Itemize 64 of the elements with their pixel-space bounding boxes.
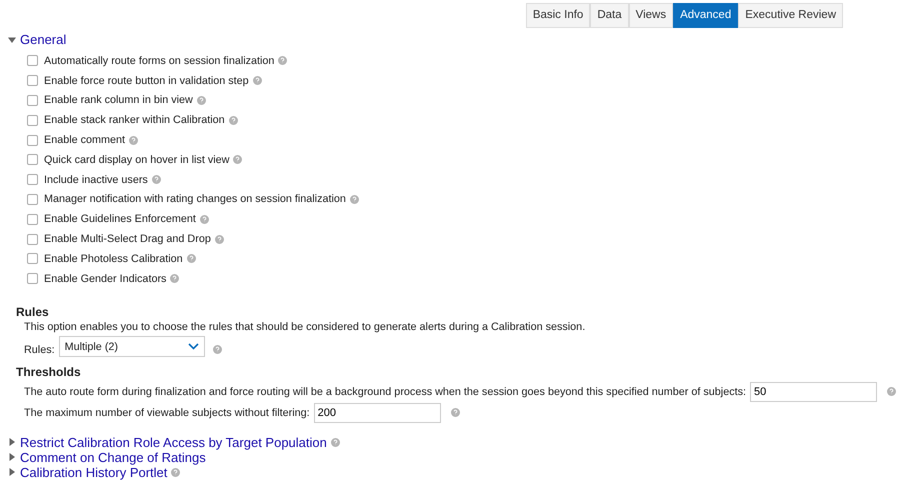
tab[interactable]: Executive Review xyxy=(738,3,843,28)
description-text: This option enables you to choose the rules that should be considered to generate alerts during a Calibration session. xyxy=(23,320,586,334)
expand-triangle-icon[interactable] xyxy=(8,453,16,462)
help-icon[interactable] xyxy=(170,274,180,284)
option-label: Enable Photoless Calibration xyxy=(44,252,183,266)
section-link[interactable]: General xyxy=(20,32,66,47)
help-icon[interactable] xyxy=(330,438,340,447)
section-heading: Rules xyxy=(16,304,50,320)
option-label: Enable stack ranker within Calibration xyxy=(44,113,225,128)
chevron-down-icon xyxy=(188,343,199,350)
checkbox[interactable] xyxy=(27,75,38,86)
checkbox[interactable] xyxy=(27,114,38,126)
tab[interactable]: Views xyxy=(628,3,674,28)
number-input[interactable]: 200 xyxy=(314,402,441,423)
help-icon[interactable] xyxy=(129,136,138,145)
option-label: Enable Multi-Select Drag and Drop xyxy=(44,232,211,246)
help-icon[interactable] xyxy=(350,194,359,204)
checkbox[interactable] xyxy=(27,273,38,284)
help-icon[interactable] xyxy=(200,214,209,224)
help-icon[interactable] xyxy=(196,96,206,105)
expand-triangle-icon[interactable] xyxy=(8,468,16,476)
tab[interactable]: Advanced xyxy=(673,3,738,28)
help-icon[interactable] xyxy=(887,387,896,396)
field-label: The auto route form during finalization and force routing will be a background process when the session goes beyond this specified number of subjects: xyxy=(24,384,746,399)
option-label: Enable comment xyxy=(44,133,126,148)
option-label: Include inactive users xyxy=(44,172,148,187)
collapse-triangle-icon[interactable] xyxy=(8,36,16,44)
section-heading: Thresholds xyxy=(16,365,82,381)
help-icon[interactable] xyxy=(450,408,460,418)
checkbox[interactable] xyxy=(27,55,38,66)
field-label: The maximum number of viewable subjects without filtering: xyxy=(24,406,310,420)
help-icon[interactable] xyxy=(228,116,238,125)
option-label: Enable rank column in bin view xyxy=(44,93,193,108)
help-icon[interactable] xyxy=(212,345,222,354)
option-label: Automatically route forms on session finalization xyxy=(44,54,274,68)
help-icon[interactable] xyxy=(252,76,262,86)
tab[interactable]: Data xyxy=(590,3,629,28)
checkbox[interactable] xyxy=(27,214,38,225)
expand-triangle-icon[interactable] xyxy=(8,438,16,446)
option-label: Enable Gender Indicators xyxy=(44,272,166,286)
checkbox[interactable] xyxy=(27,154,38,166)
section-link[interactable]: Restrict Calibration Role Access by Target Population xyxy=(20,434,327,450)
checkbox[interactable] xyxy=(27,234,38,245)
checkbox[interactable] xyxy=(27,134,38,146)
help-icon[interactable] xyxy=(152,175,161,184)
checkbox[interactable] xyxy=(27,94,38,106)
section-link[interactable]: Calibration History Portlet xyxy=(20,464,168,480)
option-label: Quick card display on hover in list view xyxy=(44,152,230,167)
checkbox[interactable] xyxy=(27,253,38,264)
tab[interactable]: Basic Info xyxy=(526,3,590,28)
help-icon[interactable] xyxy=(233,155,242,164)
help-icon[interactable] xyxy=(171,468,180,477)
checkbox[interactable] xyxy=(27,174,38,186)
section-link[interactable]: Comment on Change of Ratings xyxy=(20,450,206,465)
help-icon[interactable] xyxy=(186,254,196,264)
number-input[interactable]: 50 xyxy=(750,382,878,402)
option-label: Enable force route button in validation step xyxy=(44,74,249,88)
help-icon[interactable] xyxy=(278,56,288,66)
field-label: Rules: xyxy=(24,342,55,357)
option-label: Enable Guidelines Enforcement xyxy=(44,212,196,226)
rules-dropdown[interactable]: Multiple (2) xyxy=(58,336,205,358)
help-icon[interactable] xyxy=(214,234,224,244)
checkbox[interactable] xyxy=(27,194,38,205)
option-label: Manager notification with rating changes on session finalization xyxy=(44,192,346,206)
